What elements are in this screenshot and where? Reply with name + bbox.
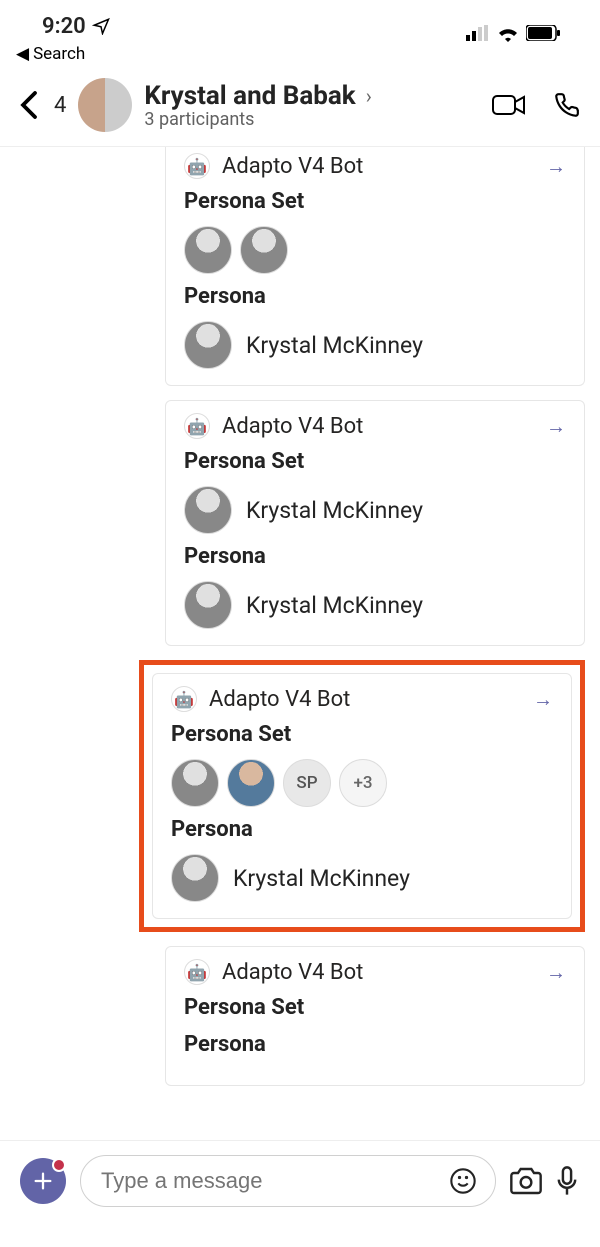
persona-set-facepile: SP +3 bbox=[171, 759, 553, 807]
persona-name: Krystal McKinney bbox=[246, 497, 423, 524]
status-bar: 9:20 bbox=[0, 0, 600, 44]
avatar bbox=[171, 759, 219, 807]
avatar bbox=[171, 854, 219, 902]
location-icon bbox=[92, 17, 110, 35]
bot-icon: 🤖 bbox=[184, 959, 210, 985]
message-input-pill[interactable] bbox=[80, 1155, 496, 1207]
battery-icon bbox=[526, 25, 560, 41]
back-caret-icon: ◀ bbox=[16, 44, 29, 64]
bot-card[interactable]: 🤖 Adapto V4 Bot → Persona Set Persona Kr… bbox=[165, 147, 585, 386]
section-persona: Persona bbox=[184, 284, 566, 309]
chat-subtitle: 3 participants bbox=[144, 109, 480, 130]
message-input[interactable] bbox=[99, 1167, 435, 1195]
avatar bbox=[184, 581, 232, 629]
persona-name: Krystal McKinney bbox=[246, 332, 423, 359]
camera-icon[interactable] bbox=[510, 1167, 542, 1195]
section-persona-set: Persona Set bbox=[184, 189, 566, 214]
open-arrow-icon[interactable]: → bbox=[546, 960, 566, 985]
avatar bbox=[184, 321, 232, 369]
notification-dot-icon bbox=[52, 1158, 66, 1172]
message-list[interactable]: 🤖 Adapto V4 Bot → Persona Set Persona Kr… bbox=[0, 147, 600, 1177]
bot-name: Adapto V4 Bot bbox=[222, 960, 363, 985]
mic-icon[interactable] bbox=[556, 1166, 578, 1196]
highlighted-card-box: 🤖 Adapto V4 Bot → Persona Set SP +3 Pers… bbox=[139, 660, 585, 932]
persona-row: Krystal McKinney bbox=[184, 581, 566, 629]
audio-call-button[interactable] bbox=[554, 92, 580, 118]
unread-count: 4 bbox=[54, 93, 66, 118]
emoji-icon[interactable] bbox=[449, 1167, 477, 1195]
persona-name: Krystal McKinney bbox=[233, 865, 410, 892]
bot-icon: 🤖 bbox=[171, 686, 197, 712]
wifi-icon bbox=[496, 24, 520, 42]
chat-title-block[interactable]: Krystal and Babak › 3 participants bbox=[144, 81, 480, 130]
cell-signal-icon bbox=[466, 25, 490, 41]
bot-card[interactable]: 🤖 Adapto V4 Bot → Persona Set Persona bbox=[165, 946, 585, 1086]
chevron-right-icon: › bbox=[366, 84, 372, 108]
persona-set-row: Krystal McKinney bbox=[184, 486, 566, 534]
avatar bbox=[184, 486, 232, 534]
section-persona-set: Persona Set bbox=[184, 995, 566, 1020]
bot-card[interactable]: 🤖 Adapto V4 Bot → Persona Set Krystal Mc… bbox=[165, 400, 585, 646]
bot-icon: 🤖 bbox=[184, 153, 210, 179]
chat-header: 4 Krystal and Babak › 3 participants bbox=[0, 72, 600, 147]
section-persona: Persona bbox=[184, 544, 566, 569]
open-arrow-icon[interactable]: → bbox=[546, 154, 566, 179]
open-arrow-icon[interactable]: → bbox=[533, 687, 553, 712]
bot-name: Adapto V4 Bot bbox=[222, 154, 363, 179]
chat-title: Krystal and Babak bbox=[144, 81, 355, 111]
chat-avatar[interactable] bbox=[78, 78, 132, 132]
persona-row: Krystal McKinney bbox=[184, 321, 566, 369]
section-persona-set: Persona Set bbox=[171, 722, 553, 747]
section-persona-set: Persona Set bbox=[184, 449, 566, 474]
avatar bbox=[227, 759, 275, 807]
open-arrow-icon[interactable]: → bbox=[546, 414, 566, 439]
avatar bbox=[184, 226, 232, 274]
section-persona: Persona bbox=[184, 1032, 566, 1057]
persona-name: Krystal McKinney bbox=[246, 592, 423, 619]
bot-icon: 🤖 bbox=[184, 413, 210, 439]
compose-plus-button[interactable] bbox=[20, 1158, 66, 1204]
bot-name: Adapto V4 Bot bbox=[209, 687, 350, 712]
back-app-label: Search bbox=[33, 44, 85, 64]
back-button[interactable] bbox=[20, 90, 38, 120]
avatar-initials: SP bbox=[283, 759, 331, 807]
bot-name: Adapto V4 Bot bbox=[222, 414, 363, 439]
avatar bbox=[240, 226, 288, 274]
video-call-button[interactable] bbox=[492, 93, 526, 117]
persona-set-facepile bbox=[184, 226, 566, 274]
bot-card[interactable]: 🤖 Adapto V4 Bot → Persona Set SP +3 Pers… bbox=[152, 673, 572, 919]
section-persona: Persona bbox=[171, 817, 553, 842]
avatar-overflow[interactable]: +3 bbox=[339, 759, 387, 807]
persona-row: Krystal McKinney bbox=[171, 854, 553, 902]
back-to-app[interactable]: ◀ Search bbox=[0, 44, 600, 72]
status-time: 9:20 bbox=[42, 14, 86, 39]
composer bbox=[0, 1140, 600, 1247]
